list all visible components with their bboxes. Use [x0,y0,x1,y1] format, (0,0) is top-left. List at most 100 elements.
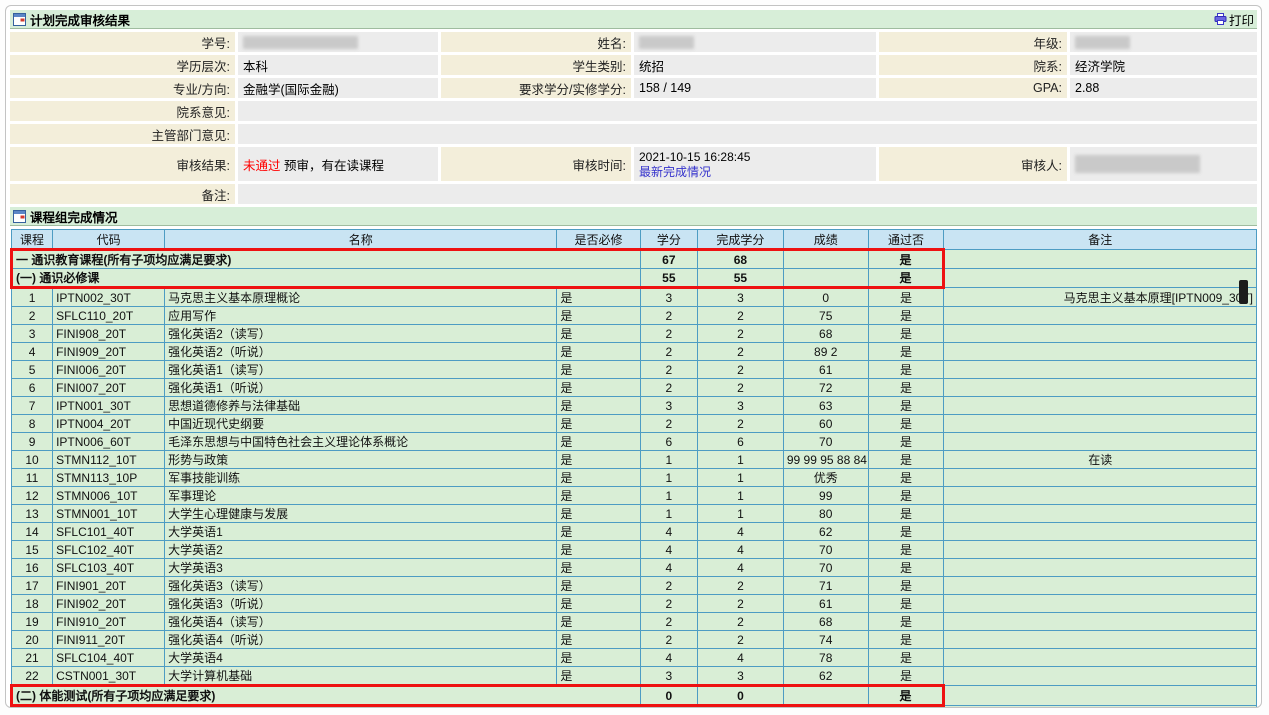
window-icon [13,210,26,223]
table-cell: 是 [557,559,640,577]
course-row: 1IPTN002_30T马克思主义基本原理概论是330是马克思主义基本原理[IP… [12,288,1257,307]
table-cell: 6 [640,433,697,451]
table-cell: 10 [12,451,53,469]
table-cell: 是 [868,505,944,523]
group-row: 1 100是 [12,706,1257,709]
table-cell: 是 [868,595,944,613]
table-cell: 2 [697,631,783,649]
table-cell: 0 [783,288,868,307]
table-cell: 2 [697,595,783,613]
table-cell: 4 [640,541,697,559]
table-cell: 是 [868,397,944,415]
table-cell: 大学生心理健康与发展 [165,505,557,523]
course-row: 19FINI910_20T强化英语4（读写）是2268是 [12,613,1257,631]
audit-time-value: 2021-10-15 16:28:45 最新完成情况 [634,147,876,181]
table-cell: 大学英语1 [165,523,557,541]
table-cell: 是 [868,415,944,433]
course-row: 8IPTN004_20T中国近现代史纲要是2260是 [12,415,1257,433]
info-row-1: 学号: 姓名: 年级: [10,32,1257,52]
remark-label: 备注: [10,184,235,204]
course-row: 9IPTN006_60T毛泽东思想与中国特色社会主义理论体系概论是6670是 [12,433,1257,451]
table-cell: STMN001_10T [53,505,165,523]
print-button[interactable]: 打印 [1214,10,1254,29]
table-cell: 2 [697,361,783,379]
table-cell: 是 [868,325,944,343]
table-cell: 马克思主义基本原理概论 [165,288,557,307]
table-cell: FINI908_20T [53,325,165,343]
table-cell: SFLC110_20T [53,307,165,325]
table-cell: 是 [557,667,640,686]
table-cell: 是 [557,631,640,649]
table-cell: FINI006_20T [53,361,165,379]
scrollbar-thumb-artifact[interactable] [1239,280,1248,304]
table-cell [944,631,1257,649]
table-cell: FINI901_20T [53,577,165,595]
latest-completion-link[interactable]: 最新完成情况 [639,165,711,179]
table-cell: FINI911_20T [53,631,165,649]
table-cell: 70 [783,433,868,451]
course-row: 2SFLC110_20T应用写作是2275是 [12,307,1257,325]
table-cell: 0 [640,686,697,706]
course-row: 14SFLC101_40T大学英语1是4462是 [12,523,1257,541]
table-cell: 62 [783,667,868,686]
censored-auditor [1075,155,1200,173]
table-cell: 20 [12,631,53,649]
table-cell: 4 [640,523,697,541]
course-row: 20FINI911_20T强化英语4（听说）是2274是 [12,631,1257,649]
table-cell: STMN113_10P [53,469,165,487]
table-cell: 3 [697,288,783,307]
table-cell: 2 [640,325,697,343]
panel-title-area: 计划完成审核结果 [13,10,130,29]
student-id-label: 学号: [10,32,235,52]
censored-name [639,36,694,49]
table-cell: 是 [868,288,944,307]
table-cell: 2 [640,307,697,325]
table-cell [944,667,1257,686]
table-cell: 军事技能训练 [165,469,557,487]
table-cell: CSTN001_30T [53,667,165,686]
table-cell: 强化英语3（听说） [165,595,557,613]
table-cell: 0 [697,706,783,709]
course-row: 13STMN001_10T大学生心理健康与发展是1180是 [12,505,1257,523]
table-cell: 3 [640,397,697,415]
remark-value [238,184,1257,204]
table-cell: IPTN004_20T [53,415,165,433]
course-row: 17FINI901_20T强化英语3（读写）是2271是 [12,577,1257,595]
column-header: 课程 [12,230,53,250]
table-cell: 大学英语2 [165,541,557,559]
auditor-value [1070,147,1257,181]
table-cell: 3 [697,667,783,686]
table-cell: 1 [12,288,53,307]
table-cell: 1 [640,487,697,505]
table-cell: 是 [868,613,944,631]
name-label: 姓名: [441,32,631,52]
table-cell: SFLC104_40T [53,649,165,667]
table-cell: 2 [697,613,783,631]
table-cell: 21 [12,649,53,667]
table-cell: STMN006_10T [53,487,165,505]
group-row: (二) 体能测试(所有子项均应满足要求)00是 [12,686,1257,706]
table-cell [944,343,1257,361]
table-cell [944,433,1257,451]
edu-level-label: 学历层次: [10,55,235,75]
table-cell: 是 [557,343,640,361]
course-row: 11STMN113_10P军事技能训练是11优秀是 [12,469,1257,487]
info-row-2: 学历层次: 本科 学生类别: 统招 院系: 经济学院 [10,55,1257,75]
table-cell: 是 [557,325,640,343]
table-cell: 1 1 [12,706,641,709]
table-cell: 67 [640,250,697,269]
table-cell: 是 [557,307,640,325]
table-cell: 是 [868,667,944,686]
table-cell: 是 [557,577,640,595]
table-header-row: 课程代码名称是否必修学分完成学分成绩通过否备注 [12,230,1257,250]
course-group-title-area: 课程组完成情况 [13,207,118,226]
grade-value [1070,32,1257,52]
table-cell [944,505,1257,523]
table-cell: 是 [557,451,640,469]
table-cell: (二) 体能测试(所有子项均应满足要求) [12,686,641,706]
table-cell: 是 [868,307,944,325]
table-cell: 是 [868,250,944,269]
info-row-remark: 备注: [10,184,1257,204]
table-cell: 1 [697,469,783,487]
table-cell: 1 [697,487,783,505]
